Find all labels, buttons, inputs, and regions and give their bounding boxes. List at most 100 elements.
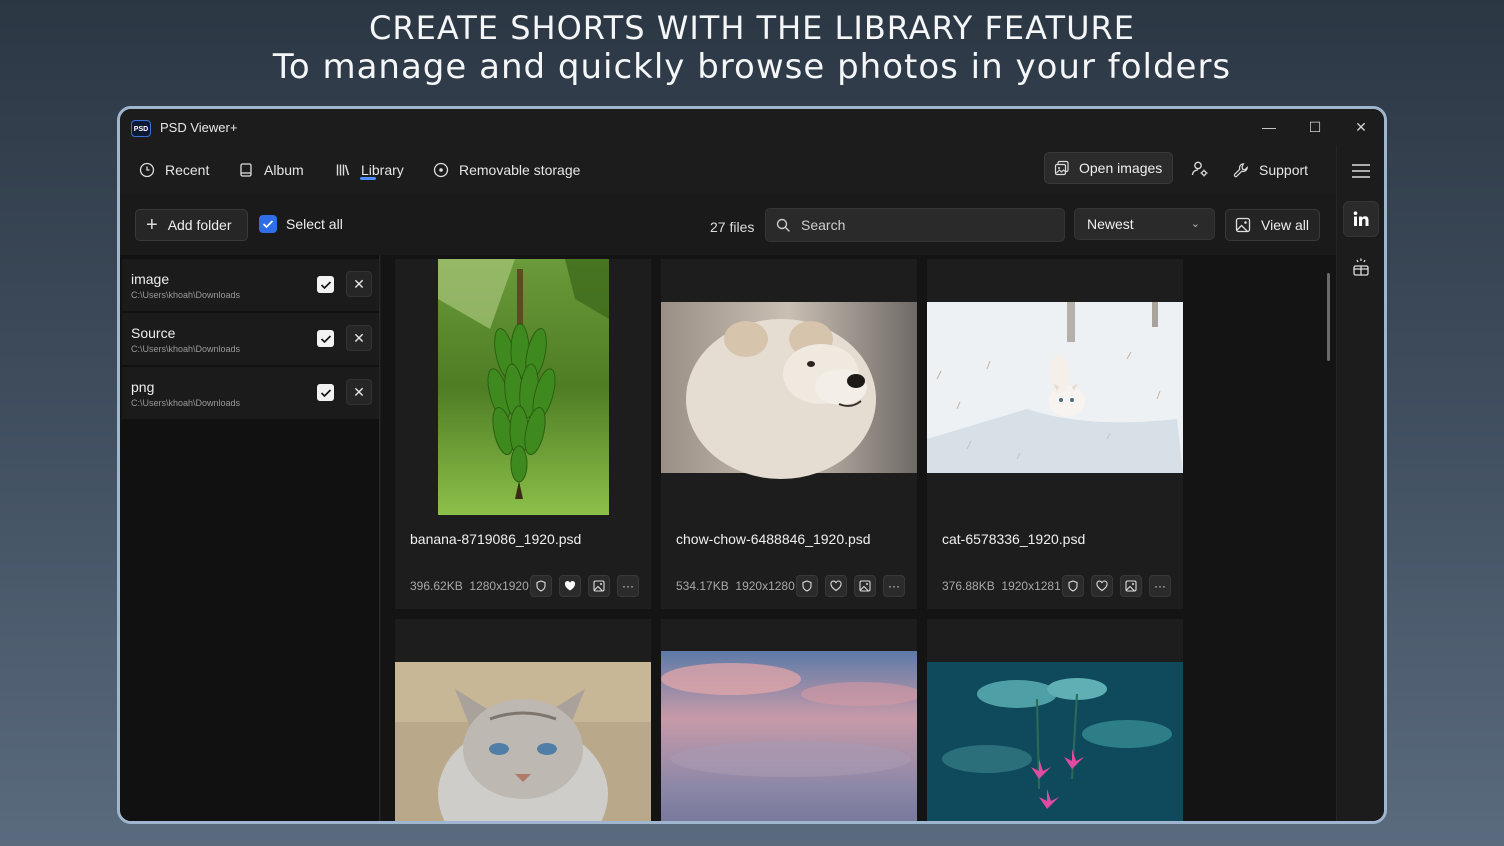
add-folder-button[interactable]: + Add folder xyxy=(135,209,248,241)
folder-path: C:\Users\khoah\Downloads xyxy=(131,290,241,300)
open-images-button[interactable]: Open images xyxy=(1044,152,1173,184)
thumbnail-lotus[interactable] xyxy=(927,619,1183,821)
thumbnail-sunset-clouds[interactable] xyxy=(661,619,921,821)
app-title: PSD Viewer+ xyxy=(160,120,238,135)
more-button[interactable]: ··· xyxy=(617,575,639,597)
file-dimensions: 1920x1280 xyxy=(735,579,795,593)
file-card[interactable]: chow-chow-6488846_1920.psd 534.17KB 1920… xyxy=(661,259,917,609)
heart-icon xyxy=(1096,580,1108,592)
chevron-down-icon: ⌄ xyxy=(1190,218,1200,230)
remove-folder-button[interactable]: ✕ xyxy=(346,271,372,297)
folder-checkbox[interactable] xyxy=(317,384,334,401)
app-logo-icon: PSD xyxy=(131,120,151,137)
protect-button[interactable] xyxy=(530,575,552,597)
app-window: PSD PSD Viewer+ — ☐ ✕ Recent Album Libra… xyxy=(117,106,1387,824)
open-images-label: Open images xyxy=(1079,160,1163,176)
title-bar: PSD PSD Viewer+ — ☐ ✕ xyxy=(120,109,1384,145)
thumbnail-banana[interactable] xyxy=(395,259,651,515)
nav-recent[interactable]: Recent xyxy=(139,159,209,181)
maximize-button[interactable]: ☐ xyxy=(1292,113,1338,141)
ellipsis-icon: ··· xyxy=(622,579,634,593)
shield-icon xyxy=(536,580,546,592)
folder-checkbox[interactable] xyxy=(317,330,334,347)
nav-album[interactable]: Album xyxy=(238,159,304,181)
favorite-button[interactable] xyxy=(1091,575,1113,597)
file-meta: 534.17KB 1920x1280 xyxy=(676,579,795,593)
file-card[interactable] xyxy=(927,619,1183,821)
ellipsis-icon: ··· xyxy=(1154,579,1166,593)
more-button[interactable]: ··· xyxy=(883,575,905,597)
support-label: Support xyxy=(1259,162,1309,178)
image-icon xyxy=(593,580,605,592)
clock-icon xyxy=(139,162,155,178)
remove-folder-button[interactable]: ✕ xyxy=(346,379,372,405)
file-card[interactable]: cat-6578336_1920.psd 376.88KB 1920x1281 … xyxy=(927,259,1183,609)
thumbnail-chow-chow[interactable] xyxy=(661,259,917,515)
file-actions: ··· xyxy=(1062,575,1171,597)
account-settings-button[interactable] xyxy=(1186,155,1214,183)
disc-icon xyxy=(433,162,449,178)
folder-sidebar: image C:\Users\khoah\Downloads ✕ Source … xyxy=(120,255,380,821)
favorite-button[interactable] xyxy=(825,575,847,597)
person-gear-icon xyxy=(1191,161,1208,177)
library-icon xyxy=(336,164,350,176)
image-icon xyxy=(1125,580,1137,592)
search-placeholder: Search xyxy=(801,217,846,233)
linkedin-button[interactable] xyxy=(1343,201,1379,237)
folder-path: C:\Users\khoah\Downloads xyxy=(131,344,241,354)
search-input[interactable]: Search xyxy=(765,208,1065,242)
folder-item[interactable]: png C:\Users\khoah\Downloads ✕ xyxy=(122,367,379,419)
folder-name: Source xyxy=(131,325,176,341)
folder-checkbox[interactable] xyxy=(317,276,334,293)
heart-icon xyxy=(830,580,842,592)
open-image-button[interactable] xyxy=(588,575,610,597)
protect-button[interactable] xyxy=(796,575,818,597)
file-size: 376.88KB xyxy=(942,579,995,593)
thumbnail-cat-snow[interactable] xyxy=(927,259,1183,515)
active-tab-indicator xyxy=(360,177,376,180)
minimize-button[interactable]: — xyxy=(1246,113,1292,141)
view-all-button[interactable]: View all xyxy=(1225,209,1320,241)
close-icon: ✕ xyxy=(353,329,365,346)
folder-item[interactable]: Source C:\Users\khoah\Downloads ✕ xyxy=(122,313,379,365)
folder-item[interactable]: image C:\Users\khoah\Downloads ✕ xyxy=(122,259,379,311)
open-images-icon xyxy=(1054,160,1069,176)
heart-filled-icon xyxy=(564,581,576,591)
nav-removable-storage[interactable]: Removable storage xyxy=(433,159,580,181)
shield-icon xyxy=(1068,580,1078,592)
thumbnail-tabby-cat[interactable] xyxy=(395,619,651,821)
open-image-button[interactable] xyxy=(854,575,876,597)
linkedin-icon xyxy=(1353,211,1369,226)
headline-line-2: To manage and quickly browse photos in y… xyxy=(272,47,1232,87)
file-actions: ··· xyxy=(796,575,905,597)
file-card[interactable] xyxy=(395,619,651,821)
sort-dropdown[interactable]: Newest ⌄ xyxy=(1074,208,1215,240)
select-all-label: Select all xyxy=(286,216,343,232)
support-button[interactable]: Support xyxy=(1233,159,1308,181)
nav-bar: Recent Album Library Removable storage O… xyxy=(120,145,1336,193)
close-button[interactable]: ✕ xyxy=(1338,113,1384,141)
more-button[interactable]: ··· xyxy=(1149,575,1171,597)
file-size: 396.62KB xyxy=(410,579,463,593)
select-all-checkbox[interactable]: Select all xyxy=(259,215,343,233)
protect-button[interactable] xyxy=(1062,575,1084,597)
favorite-button[interactable] xyxy=(559,575,581,597)
hamburger-menu-button[interactable] xyxy=(1343,153,1379,189)
file-dimensions: 1280x1920 xyxy=(469,579,529,593)
file-card[interactable] xyxy=(661,619,921,821)
ellipsis-icon: ··· xyxy=(888,579,900,593)
open-image-button[interactable] xyxy=(1120,575,1142,597)
view-all-label: View all xyxy=(1261,217,1309,233)
whats-new-button[interactable] xyxy=(1343,249,1379,285)
file-dimensions: 1920x1281 xyxy=(1001,579,1061,593)
file-meta: 376.88KB 1920x1281 xyxy=(942,579,1061,593)
grid-scrollbar[interactable] xyxy=(1327,273,1330,361)
file-card[interactable]: banana-8719086_1920.psd 396.62KB 1280x19… xyxy=(395,259,651,609)
headline-line-1: CREATE SHORTS WITH THE LIBRARY FEATURE xyxy=(369,9,1135,47)
remove-folder-button[interactable]: ✕ xyxy=(346,325,372,351)
promo-headline: CREATE SHORTS WITH THE LIBRARY FEATURE T… xyxy=(0,8,1504,86)
file-actions: ··· xyxy=(530,575,639,597)
file-size: 534.17KB xyxy=(676,579,729,593)
close-icon: ✕ xyxy=(353,275,365,292)
hamburger-icon xyxy=(1352,164,1370,178)
